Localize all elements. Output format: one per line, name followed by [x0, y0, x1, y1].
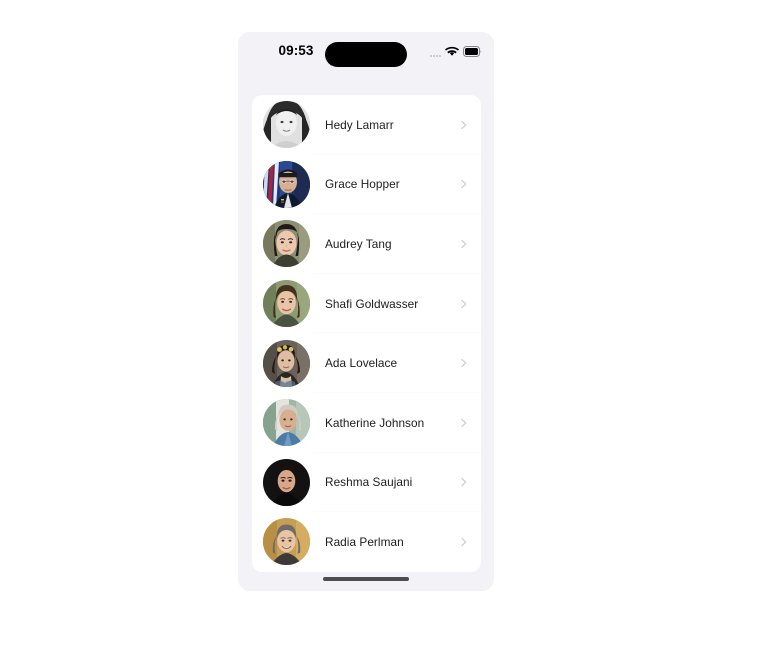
list-item[interactable]: Audrey Tang — [252, 214, 481, 274]
avatar-katherine-johnson — [263, 399, 310, 447]
contact-name: Katherine Johnson — [325, 415, 425, 430]
cellular-signal-icon — [430, 49, 441, 57]
chevron-right-icon[interactable] — [459, 299, 469, 309]
list-item[interactable]: Grace Hopper — [252, 155, 481, 215]
chevron-right-icon[interactable] — [459, 239, 469, 249]
contact-list-card: Hedy Lamarr Grace Hopper Audrey Tang Sha… — [252, 95, 481, 572]
contact-name: Ada Lovelace — [325, 356, 398, 371]
battery-icon — [463, 44, 482, 62]
contact-name: Reshma Saujani — [325, 475, 413, 490]
contact-name: Shafi Goldwasser — [325, 296, 419, 311]
chevron-right-icon[interactable] — [459, 537, 469, 547]
contact-name: Audrey Tang — [325, 236, 392, 251]
list-item[interactable]: Radia Perlman — [252, 512, 481, 572]
avatar-hedy-lamarr — [263, 101, 310, 149]
chevron-right-icon[interactable] — [459, 477, 469, 487]
avatar-audrey-tang — [263, 220, 310, 268]
list-item[interactable]: Hedy Lamarr — [252, 95, 481, 155]
status-time: 09:53 — [278, 43, 314, 58]
chevron-right-icon[interactable] — [459, 358, 469, 368]
list-item[interactable]: Reshma Saujani — [252, 453, 481, 513]
status-bar: 09:53 — [238, 32, 494, 72]
list-item[interactable]: Shafi Goldwasser — [252, 274, 481, 334]
avatar-reshma-saujani — [263, 458, 310, 506]
contact-name: Radia Perlman — [325, 534, 404, 549]
contact-name: Grace Hopper — [325, 177, 400, 192]
wifi-icon — [445, 44, 459, 62]
avatar-grace-hopper — [263, 160, 310, 208]
list-item[interactable]: Katherine Johnson — [252, 393, 481, 453]
chevron-right-icon[interactable] — [459, 120, 469, 130]
avatar-radia-perlman — [263, 518, 310, 566]
avatar-ada-lovelace — [263, 339, 310, 387]
phone-frame: 09:53 Hedy Lamarr Grace Hopper Audrey Ta… — [238, 32, 494, 591]
status-icons — [430, 44, 482, 62]
chevron-right-icon[interactable] — [459, 179, 469, 189]
home-indicator[interactable] — [323, 577, 409, 581]
chevron-right-icon[interactable] — [459, 418, 469, 428]
dynamic-island — [325, 42, 407, 67]
list-item[interactable]: Ada Lovelace — [252, 333, 481, 393]
contact-name: Hedy Lamarr — [325, 117, 394, 132]
avatar-shafi-goldwasser — [263, 280, 310, 328]
